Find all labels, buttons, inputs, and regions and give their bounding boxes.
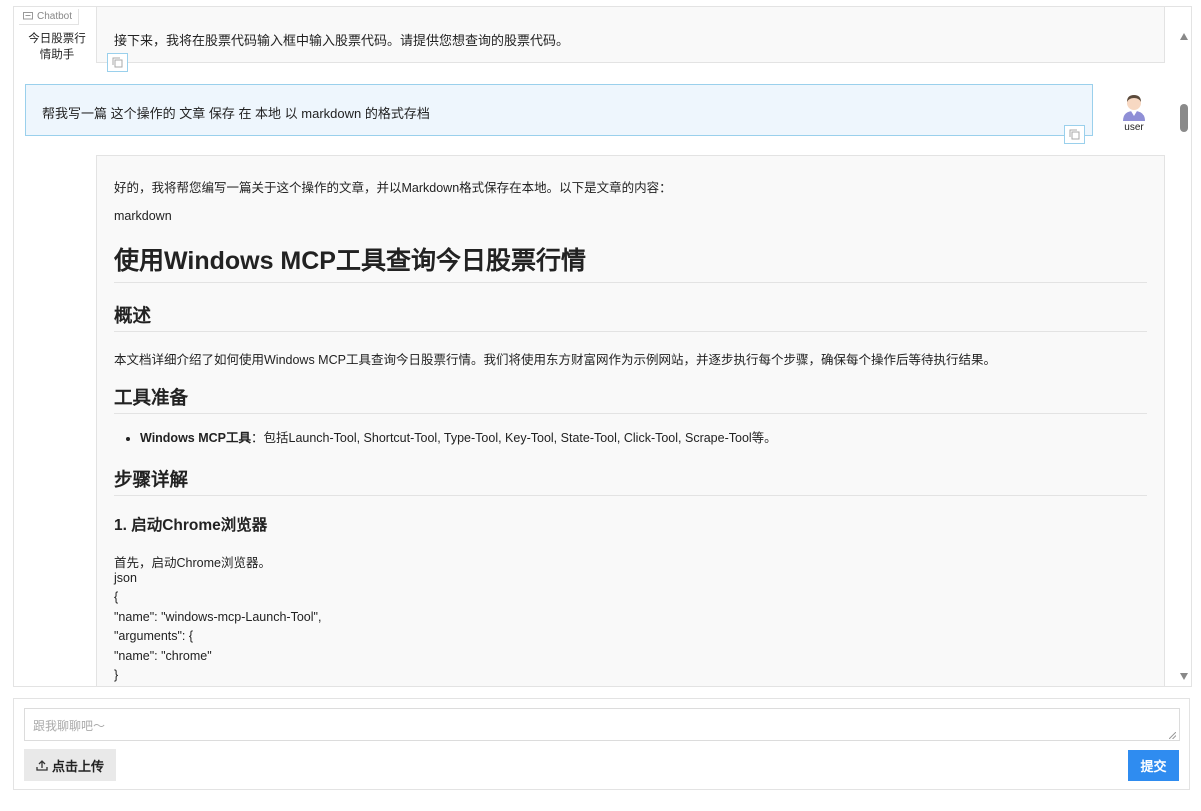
user-message: 帮我写一篇 这个操作的 文章 保存 在 本地 以 markdown 的格式存档 [25, 84, 1093, 136]
copy-button[interactable] [1064, 125, 1085, 144]
chatbot-panel: Chatbot 接下来，我将在股票代码输入框中输入股票代码。请提供您想查询的股票… [13, 6, 1192, 687]
composer: 点击上传 提交 [13, 698, 1190, 790]
upload-button[interactable]: 点击上传 [24, 749, 116, 781]
step-heading-1: 1. 启动Chrome浏览器 [114, 517, 268, 534]
chatbot-label: Chatbot [19, 9, 80, 25]
overview-paragraph: 本文档详细介绍了如何使用Windows MCP工具查询今日股票行情。我们将使用东… [114, 353, 996, 367]
copy-icon [1069, 129, 1080, 140]
article-title: 使用Windows MCP工具查询今日股票行情 [114, 244, 1147, 283]
user-message-text: 帮我写一篇 这个操作的 文章 保存 在 本地 以 markdown 的格式存档 [42, 106, 430, 121]
section-heading-overview: 概述 [114, 303, 1147, 332]
tools-list-bold: Windows MCP工具 [140, 431, 251, 445]
bot-message: 接下来，我将在股票代码输入框中输入股票代码。请提供您想查询的股票代码。 [96, 7, 1165, 63]
section-heading-steps: 步骤详解 [114, 467, 1147, 496]
tools-list-text: ：包括Launch-Tool, Shortcut-Tool, Type-Tool… [251, 431, 777, 445]
code-line: } [114, 668, 119, 682]
copy-button[interactable] [107, 53, 128, 72]
code-line: { [114, 590, 119, 604]
bot-message: 好的，我将帮您编写一篇关于这个操作的文章，并以Markdown格式保存在本地。以… [96, 155, 1165, 686]
chatbot-label-text: Chatbot [37, 11, 73, 22]
user-name: user [1124, 122, 1144, 133]
bot-name: 今日股票行情助手 [28, 33, 86, 61]
chat-icon [23, 12, 33, 20]
message-input[interactable] [24, 708, 1180, 741]
tools-list: Windows MCP工具：包括Launch-Tool, Shortcut-To… [114, 429, 777, 447]
copy-icon [112, 57, 123, 68]
section-heading-tools: 工具准备 [114, 385, 1147, 414]
reply-intro: 好的，我将帮您编写一篇关于这个操作的文章，并以Markdown格式保存在本地。以… [114, 181, 672, 195]
submit-button[interactable]: 提交 [1128, 750, 1179, 781]
upload-button-label: 点击上传 [51, 758, 104, 774]
user-avatar-icon [1123, 95, 1145, 121]
scroll-down-arrow-icon[interactable] [1180, 673, 1188, 680]
upload-icon [36, 760, 48, 771]
step-1-paragraph: 首先，启动Chrome浏览器。 [114, 556, 271, 570]
bot-message-text: 接下来，我将在股票代码输入框中输入股票代码。请提供您想查询的股票代码。 [114, 33, 570, 48]
code-line: "name": "chrome" [114, 649, 212, 663]
scroll-up-arrow-icon[interactable] [1180, 33, 1188, 40]
code-line: "name": "windows-mcp-Launch-Tool", [114, 610, 322, 624]
resize-grip-icon[interactable] [1169, 732, 1176, 739]
reply-lang: markdown [114, 209, 172, 223]
list-item: Windows MCP工具：包括Launch-Tool, Shortcut-To… [140, 429, 777, 447]
scrollbar-thumb[interactable] [1180, 104, 1188, 132]
code-line: "arguments": { [114, 629, 194, 643]
code-line: json [114, 571, 137, 585]
